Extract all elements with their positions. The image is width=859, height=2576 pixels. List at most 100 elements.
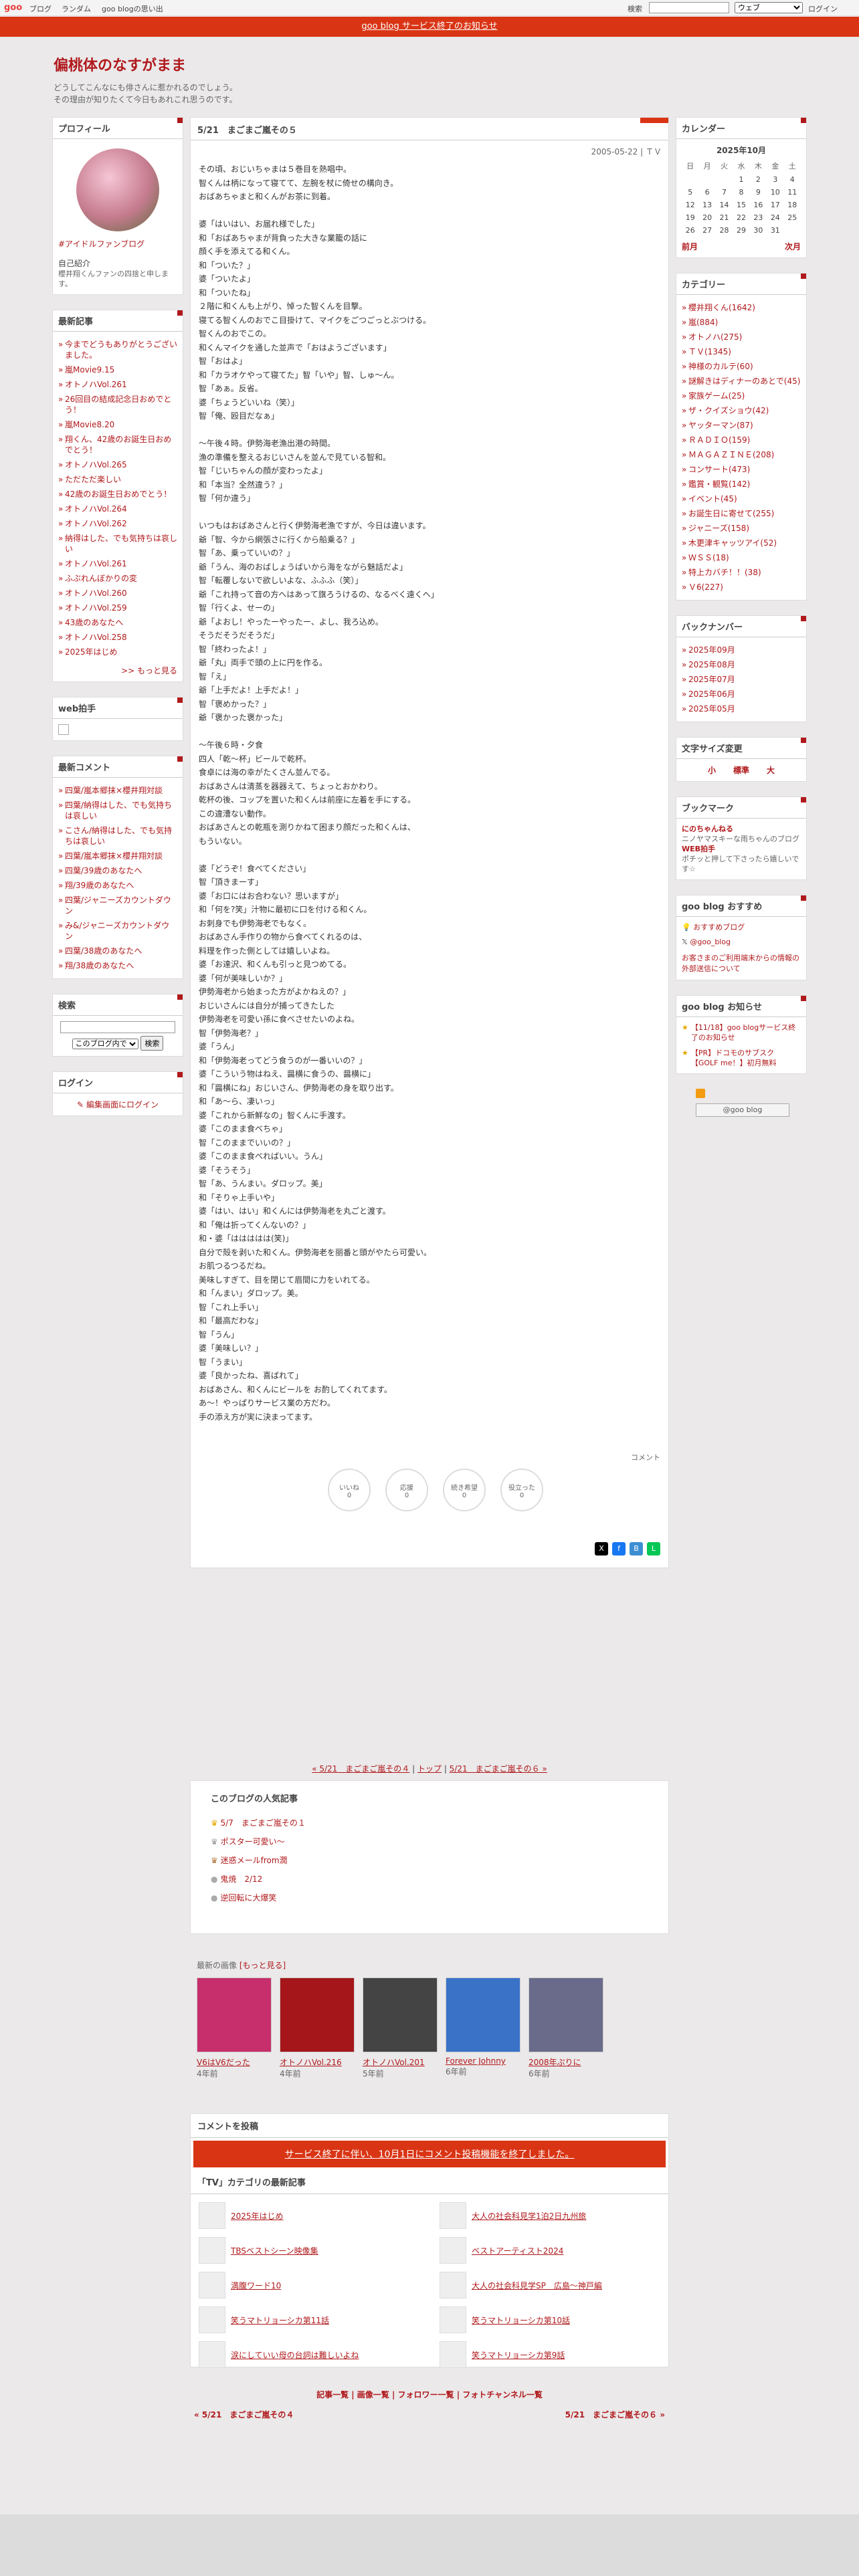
category-link[interactable]: ジャニーズ(158) [688,524,749,533]
image-thumb[interactable] [529,1977,603,2052]
recent-post-link[interactable]: オトノハVol.262 [65,519,127,528]
bookmark-link[interactable]: WEB拍手 [682,845,715,853]
image-caption[interactable]: 2008年ぷりに [529,2056,603,2068]
category-link[interactable]: お誕生日に寄せて(255) [688,509,774,518]
comment-link[interactable]: こさん/納得はした、でも気持ちは哀しい [65,826,172,846]
recent-post-item[interactable]: 納得はした、でも気持ちは哀しい [58,531,177,556]
recent-post-item[interactable]: オトノハVol.265 [58,457,177,472]
popular-item-link[interactable]: ポスター可愛い～ [221,1837,285,1846]
comment-link[interactable]: み&/ジャニーズカウントダウン [65,921,169,941]
images-more-link[interactable]: [もっと見る] [240,1961,286,1970]
backnumber-link[interactable]: 2025年07月 [688,675,735,684]
prev-month-link[interactable]: 前月 [682,241,698,252]
category-link[interactable]: 木更津キャッツアイ(52) [688,538,777,548]
recent-post-link[interactable]: オトノハVol.261 [65,380,127,389]
category-item[interactable]: 謎解きはディナーのあとで(45) [682,374,801,389]
comment-item[interactable]: 翔/38歳のあなたへ [58,958,177,973]
tv-recent-item[interactable]: 笑うマトリョーシカ第9話 [440,2341,660,2368]
category-link[interactable]: 謎解きはディナーのあとで(45) [688,377,800,386]
font-normal-button[interactable]: 標準 [733,764,749,776]
tv-recent-item[interactable]: 涙にしていい母の台詞は難しいよね [199,2341,419,2368]
comment-link[interactable]: 四葉/嵐本郷抹×櫻井翔対談 [65,786,163,795]
reaction-useful-button[interactable]: 役立った 0 [500,1469,543,1511]
reaction-more-button[interactable]: 続き希望 0 [443,1469,486,1511]
category-item[interactable]: コンサート(473) [682,462,801,477]
tv-recent-link[interactable]: TBSベストシーン映像集 [231,2245,318,2256]
backnumber-link[interactable]: 2025年08月 [688,660,735,669]
recent-post-item[interactable]: ただただ楽しい [58,472,177,487]
web-clap-image[interactable] [58,724,69,735]
tv-recent-link[interactable]: ベストアーティスト2024 [472,2245,563,2256]
category-item[interactable]: 嵐(884) [682,315,801,330]
blog-search-button[interactable]: 検索 [140,1036,164,1051]
image-thumb[interactable] [280,1977,355,2052]
recent-post-item[interactable]: ふぶれんぼかりの変 [58,571,177,586]
category-item[interactable]: 神様のカルテ(60) [682,359,801,374]
recent-post-item[interactable]: 42歳のお誕生日おめでとう！ [58,487,177,502]
hatena-share-icon[interactable]: B [630,1542,643,1555]
tv-recent-item[interactable]: 大人の社会科見学SP 広島～神戸編 [440,2272,660,2298]
comment-item[interactable]: 四葉/嵐本郷抹×櫻井翔対談 [58,783,177,798]
recent-post-link[interactable]: オトノハVol.261 [65,559,127,568]
popular-item-link[interactable]: 逆回転に大爆笑 [220,1893,276,1903]
tv-recent-link[interactable]: 満腹ワード10 [231,2280,281,2291]
popular-item-link[interactable]: 鬼焼 2/12 [220,1874,262,1884]
recent-post-link[interactable]: 今までどうもありがとうございました。 [65,340,177,360]
category-item[interactable]: ザ・クイズショウ(42) [682,403,801,418]
recent-post-link[interactable]: ただただ楽しい [65,475,121,484]
recent-post-item[interactable]: オトノハVol.262 [58,516,177,531]
category-link[interactable]: ザ・クイズショウ(42) [688,406,769,415]
blog-search-input[interactable] [60,1021,175,1033]
profile-avatar[interactable] [76,148,159,231]
font-small-button[interactable]: 小 [708,764,716,776]
category-item[interactable]: お誕生日に寄せて(255) [682,506,801,521]
tv-recent-link[interactable]: 大人の社会科見学1泊2日九州旅 [472,2210,586,2222]
prev-post-link[interactable]: « 5/21 まごまご嵐その４ [312,1764,409,1774]
recent-post-item[interactable]: 26回目の結成記念日おめでとう！ [58,392,177,417]
comment-item[interactable]: 四葉/ジャニーズカウントダウン [58,893,177,918]
next-month-link[interactable]: 次月 [785,241,801,252]
category-link[interactable]: ＲＡＤＩＯ(159) [688,435,750,445]
top-search-input[interactable] [649,2,729,13]
footer-next-link[interactable]: 5/21 まごまご嵐その６ » [565,2409,665,2420]
tv-recent-link[interactable]: 笑うマトリョーシカ第10話 [472,2315,570,2326]
backnumber-link[interactable]: 2025年06月 [688,689,735,699]
recent-post-link[interactable]: オトノハVol.264 [65,504,127,514]
search-scope-select[interactable]: ウェブ [735,2,803,13]
recent-post-link[interactable]: 翔くん、42歳のお誕生日おめでとう！ [65,435,171,455]
service-end-link[interactable]: goo blog サービス終了のお知らせ [361,21,497,31]
image-caption[interactable]: オトノハVol.201 [363,2056,438,2068]
tv-recent-link[interactable]: 笑うマトリョーシカ第9話 [472,2349,565,2361]
recent-post-item[interactable]: オトノハVol.264 [58,502,177,516]
category-link[interactable]: 特上カバチ！！(38) [688,568,761,577]
backnumber-item[interactable]: 2025年07月 [682,672,801,687]
next-post-link[interactable]: 5/21 まごまご嵐その６ » [450,1764,547,1774]
category-link[interactable]: 嵐(884) [688,318,718,327]
category-item[interactable]: 木更津キャッツアイ(52) [682,536,801,550]
blog-title[interactable]: 偏桃体のなすがまま [54,53,803,75]
nav-blog-link[interactable]: ブログ [29,3,52,14]
goo-logo[interactable]: goo [4,3,22,13]
image-thumb[interactable] [446,1977,520,2052]
facebook-share-icon[interactable]: f [612,1542,626,1555]
search-scope[interactable]: このブログ内で [72,1039,138,1049]
category-item[interactable]: ＲＡＤＩＯ(159) [682,433,801,447]
comment-count-link[interactable]: コメント [631,1452,660,1463]
image-card[interactable]: V6はV6だった 4年前 [197,1977,272,2079]
category-link[interactable]: Ｖ6(227) [688,582,723,592]
recent-post-item[interactable]: オトノハVol.260 [58,586,177,601]
image-card[interactable]: 2008年ぷりに 6年前 [529,1977,603,2079]
comment-link[interactable]: 四葉/嵐本郷抹×櫻井翔対談 [65,851,163,861]
comment-item[interactable]: 四葉/納得はした、でも気持ちは哀しい [58,798,177,823]
category-item[interactable]: オトノハ(275) [682,330,801,344]
recent-post-link[interactable]: 2025年はじめ [65,647,118,657]
top-link[interactable]: トップ [417,1764,442,1774]
category-link[interactable]: ＴＶ(1345) [688,347,731,356]
backnumber-item[interactable]: 2025年05月 [682,702,801,716]
recent-post-item[interactable]: 今までどうもありがとうございました。 [58,337,177,362]
recent-post-link[interactable]: 26回目の結成記念日おめでとう！ [65,395,171,415]
comment-link[interactable]: 翔/39歳のあなたへ [65,881,134,890]
external-info-link[interactable]: お客さまのご利用端末からの情報の外部送信について [682,954,799,973]
category-link[interactable]: ヤッターマン(87) [688,421,753,430]
category-link[interactable]: 鑑賞・観覧(142) [688,479,750,489]
